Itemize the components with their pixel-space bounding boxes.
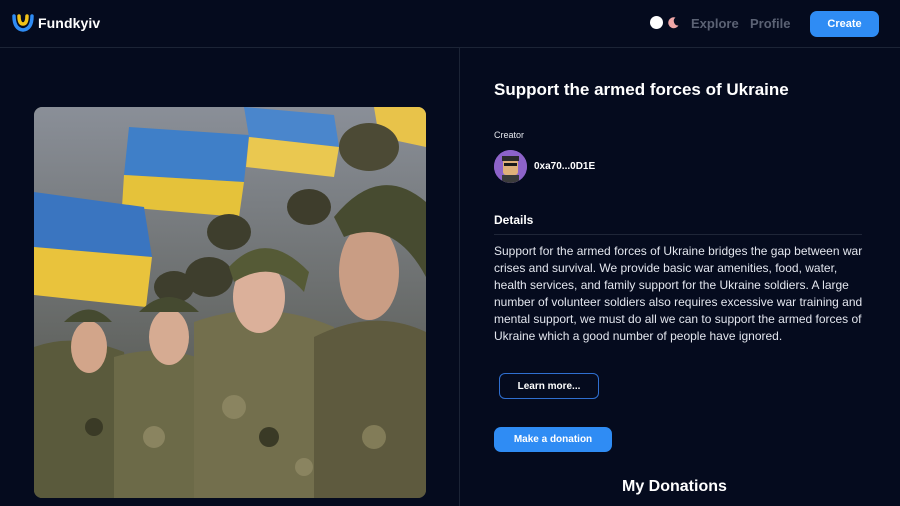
sun-icon[interactable] bbox=[650, 16, 663, 29]
make-donation-button[interactable]: Make a donation bbox=[494, 427, 612, 452]
fundkyiv-logo-icon bbox=[12, 13, 34, 33]
creator-address[interactable]: 0xa70...0D1E bbox=[534, 161, 595, 172]
column-divider bbox=[459, 48, 460, 506]
details-description: Support for the armed forces of Ukraine … bbox=[494, 244, 863, 343]
my-donations-heading: My Donations bbox=[622, 478, 727, 495]
create-button[interactable]: Create bbox=[810, 11, 879, 37]
top-nav: Fundkyiv Explore Profile Create bbox=[0, 0, 900, 48]
brand-name: Fundkyiv bbox=[38, 15, 101, 31]
details-divider bbox=[494, 234, 862, 235]
creator-avatar[interactable] bbox=[494, 150, 527, 183]
theme-toggle[interactable] bbox=[650, 16, 680, 29]
nav-explore-link[interactable]: Explore bbox=[691, 16, 739, 31]
details-heading: Details bbox=[494, 213, 534, 227]
nav-profile-link[interactable]: Profile bbox=[750, 16, 790, 31]
learn-more-button[interactable]: Learn more... bbox=[499, 373, 599, 399]
campaign-image bbox=[34, 107, 426, 498]
brand-logo[interactable]: Fundkyiv bbox=[12, 13, 100, 33]
creator-label: Creator bbox=[494, 130, 525, 140]
campaign-title: Support the armed forces of Ukraine bbox=[494, 80, 789, 99]
moon-icon[interactable] bbox=[667, 16, 680, 29]
